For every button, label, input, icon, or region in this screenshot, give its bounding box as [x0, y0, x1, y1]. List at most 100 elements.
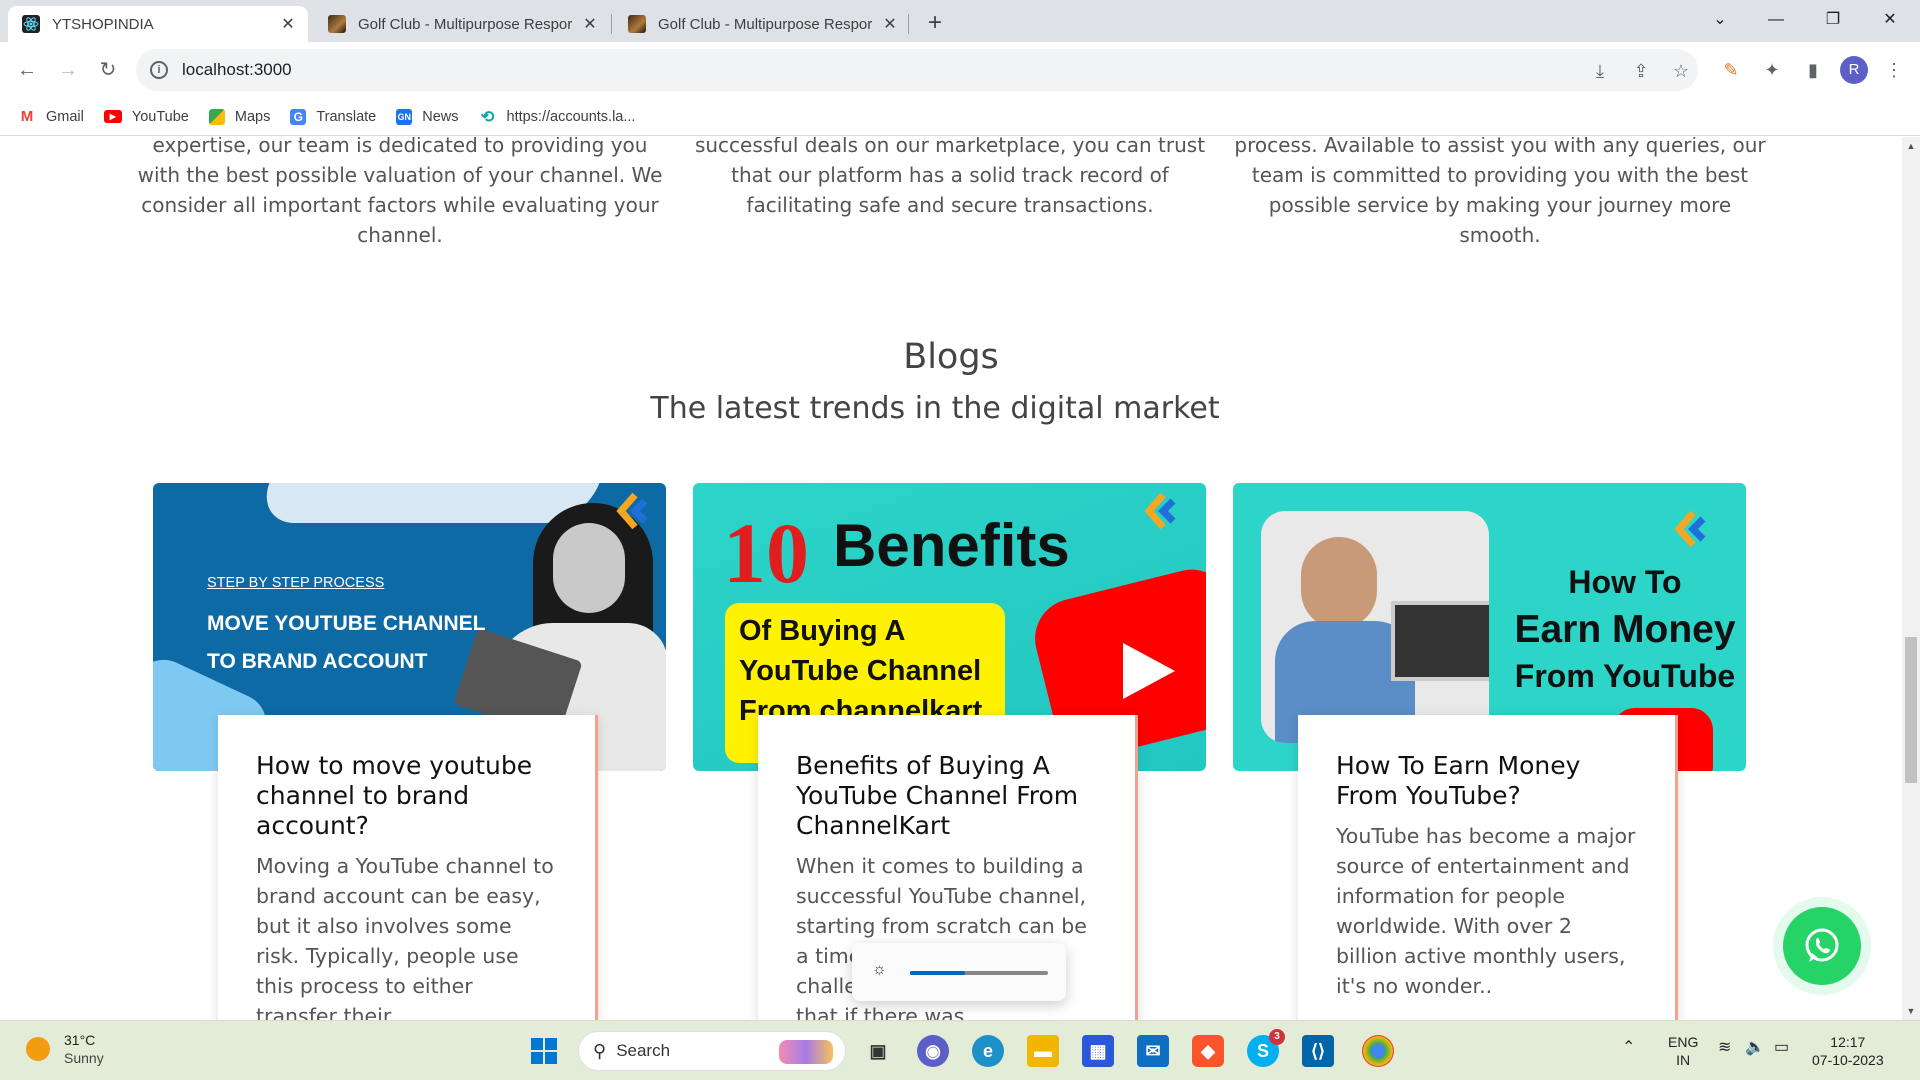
image-headline-line: TO BRAND ACCOUNT	[207, 650, 428, 673]
blog-card-title[interactable]: How To Earn Money From YouTube?	[1336, 751, 1637, 811]
volume-muted-icon[interactable]: 🔈	[1745, 1039, 1765, 1057]
clock-date: 07-10-2023	[1812, 1052, 1884, 1068]
clock-time: 12:17	[1830, 1034, 1866, 1050]
brave-icon[interactable]: ◆	[1192, 1035, 1224, 1067]
whatsapp-chat-button[interactable]	[1783, 907, 1861, 985]
weather-widget[interactable]: 31°C Sunny	[26, 1031, 104, 1067]
blog-card-excerpt: Moving a YouTube channel to brand accoun…	[256, 854, 554, 1020]
profile-avatar[interactable]: R	[1840, 56, 1868, 84]
close-tab-icon[interactable]: ✕	[278, 14, 298, 34]
man-face	[1301, 537, 1377, 629]
tab-ytshopindia[interactable]: YTSHOPINDIA ✕	[8, 6, 308, 42]
edge-icon[interactable]: e	[972, 1035, 1004, 1067]
channelkart-logo-icon	[1674, 510, 1706, 548]
task-view-icon[interactable]: ▣	[862, 1035, 894, 1067]
side-panel-icon[interactable]: ▮	[1799, 56, 1827, 84]
mail-icon[interactable]: ✉	[1137, 1035, 1169, 1067]
microsoft-store-icon[interactable]: ▦	[1082, 1035, 1114, 1067]
feature-text-secure: successful deals on our marketplace, you…	[694, 137, 1206, 217]
file-explorer-icon[interactable]: ▬	[1027, 1035, 1059, 1067]
region-code: IN	[1676, 1052, 1691, 1068]
bookmark-label: https://accounts.la...	[506, 108, 636, 125]
gmail-icon: M	[20, 108, 34, 125]
bookmark-star-icon[interactable]: ☆	[1669, 59, 1693, 83]
image-line: From YouTube	[1514, 658, 1736, 694]
windows-start-icon[interactable]	[528, 1035, 560, 1067]
new-tab-button[interactable]: +	[920, 8, 950, 38]
image-headline: How To Earn Money From YouTube	[1485, 559, 1746, 700]
url-text[interactable]: localhost:3000	[182, 60, 292, 80]
menu-kebab-icon[interactable]: ⋮	[1880, 56, 1908, 84]
show-hidden-icons[interactable]: ⌃	[1622, 1039, 1635, 1057]
bookmark-label: Gmail	[46, 108, 84, 125]
language-indicator[interactable]: ENG IN	[1668, 1033, 1698, 1069]
monitor	[1391, 601, 1489, 681]
search-highlight-icon	[779, 1040, 833, 1064]
install-app-icon[interactable]: ⤓	[1588, 59, 1612, 83]
chrome-icon[interactable]	[1362, 1035, 1394, 1067]
blog-card-title[interactable]: How to move youtube channel to brand acc…	[256, 751, 557, 841]
tab-title: Golf Club - Multipurpose Respor	[358, 15, 573, 33]
translate-icon: G	[290, 108, 307, 125]
bookmark-news[interactable]: GN News	[396, 108, 459, 125]
blog-card-title[interactable]: Benefits of Buying A YouTube Channel Fro…	[796, 751, 1097, 841]
taskbar-search[interactable]: ⚲ Search	[578, 1031, 846, 1071]
bookmark-gmail[interactable]: M Gmail	[18, 108, 84, 125]
image-line: YouTube Channel	[739, 655, 982, 687]
site-info-icon[interactable]: i	[150, 61, 168, 79]
golf-club-icon	[328, 15, 346, 33]
tab-separator	[611, 14, 612, 34]
minimize-icon[interactable]: —	[1756, 4, 1796, 36]
whatsapp-icon	[1805, 928, 1839, 962]
back-icon[interactable]: ←	[11, 54, 43, 86]
blog-card-move-channel[interactable]: How to move youtube channel to brand acc…	[218, 715, 598, 1020]
address-bar[interactable]: i localhost:3000 ⤓ ⇪ ☆	[136, 49, 1698, 91]
bookmark-accounts[interactable]: ⟲ https://accounts.la...	[479, 108, 636, 126]
channelkart-logo-icon	[1144, 492, 1176, 530]
reload-icon[interactable]: ↻	[92, 54, 124, 86]
tab-separator	[908, 14, 909, 34]
close-tab-icon[interactable]: ✕	[580, 14, 600, 34]
share-icon[interactable]: ⇪	[1629, 59, 1653, 83]
vscode-icon[interactable]: ⟨⟩	[1302, 1035, 1334, 1067]
extensions-puzzle-icon[interactable]: ✦	[1758, 56, 1786, 84]
bookmark-youtube[interactable]: ▶ YouTube	[103, 109, 189, 125]
scrollbar-thumb[interactable]	[1905, 637, 1917, 783]
bookmark-translate[interactable]: G Translate	[290, 108, 376, 125]
react-icon	[22, 15, 40, 33]
image-line: Earn Money	[1514, 608, 1736, 651]
forward-icon[interactable]: →	[52, 54, 84, 86]
teams-chat-icon[interactable]: ◉	[917, 1035, 949, 1067]
channelkart-logo-icon	[616, 492, 648, 530]
tab-title: Golf Club - Multipurpose Respor	[658, 15, 873, 33]
tab-title: YTSHOPINDIA	[52, 15, 154, 33]
clock[interactable]: 12:17 07-10-2023	[1812, 1033, 1884, 1069]
scroll-down-icon[interactable]: ▼	[1902, 1006, 1920, 1016]
page-scrollbar[interactable]: ▲ ▼	[1902, 137, 1920, 1020]
play-triangle	[1123, 643, 1175, 699]
restore-icon[interactable]: ❐	[1813, 4, 1853, 36]
scroll-up-icon[interactable]: ▲	[1902, 141, 1920, 151]
windows-taskbar: 31°C Sunny ⚲ Search ▣ ◉ e ▬ ▦ ✉ ◆ S 3 ⟨⟩…	[0, 1020, 1920, 1080]
tab-search-icon[interactable]: ⌄	[1700, 4, 1740, 36]
feature-text-support: process. Available to assist you with an…	[1234, 137, 1766, 247]
blog-card-earn-money[interactable]: How To Earn Money From YouTube? YouTube …	[1298, 715, 1678, 1020]
brightness-slider-fill	[910, 971, 966, 975]
close-tab-icon[interactable]: ✕	[880, 14, 900, 34]
image-kicker: STEP BY STEP PROCESS	[207, 575, 385, 591]
tab-golf-club-1[interactable]: Golf Club - Multipurpose Respor ✕	[314, 6, 610, 42]
wifi-icon[interactable]: ≋	[1718, 1039, 1731, 1057]
brightness-icon: ☼	[872, 961, 887, 978]
skype-badge: 3	[1269, 1029, 1285, 1045]
skype-icon[interactable]: S 3	[1247, 1029, 1285, 1067]
tab-golf-club-2[interactable]: Golf Club - Multipurpose Respor ✕	[614, 6, 910, 42]
sun-icon	[26, 1037, 50, 1061]
bookmark-label: Maps	[234, 108, 271, 125]
close-window-icon[interactable]: ✕	[1870, 4, 1910, 36]
golf-club-icon	[628, 15, 646, 33]
color-picker-extension-icon[interactable]: ✎	[1717, 56, 1745, 84]
blogs-heading: Blogs	[903, 337, 999, 377]
battery-icon[interactable]: ▭	[1774, 1039, 1789, 1057]
bookmark-maps[interactable]: Maps	[208, 108, 271, 125]
brightness-slider[interactable]	[910, 971, 1048, 975]
